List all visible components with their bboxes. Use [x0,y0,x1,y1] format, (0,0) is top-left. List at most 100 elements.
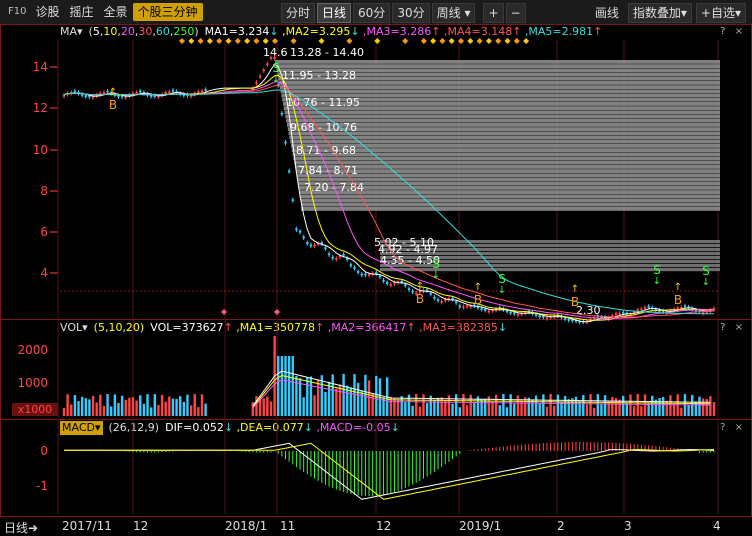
candle-body [287,170,291,173]
candle-body [335,257,338,260]
chip-range-label: 13.28 - 14.40 [290,46,364,59]
sell-signal-marker: S [702,264,710,278]
diamond-marker [430,38,437,44]
timeframe-selector[interactable]: 日线➜ [4,519,38,536]
chip-bar [279,85,720,89]
volume-bar [701,398,705,416]
volume-bar [110,406,113,416]
buy-signal-arrow: ↑ [416,281,424,292]
volume-bar [404,402,407,416]
candle-body [436,299,440,302]
volume-bar [709,396,712,416]
buy-signal-marker: B [674,293,682,307]
candle-body [168,91,171,94]
date-axis: 日线➜ 2017/11 12 2018/1 11 12 2019/1 2 3 4 [0,516,752,536]
macd-tick-label: 0 [40,444,48,458]
volume-bar [687,404,690,416]
candle-body [382,279,385,282]
candle-body [262,69,265,72]
volume-bar [277,356,280,416]
volume-bar [367,380,371,416]
volume-bar [549,394,552,416]
diamond-marker [346,38,353,44]
volume-bar [193,394,196,416]
candle-body [309,244,313,247]
candle-body [298,230,302,233]
chip-bar [291,148,720,152]
diamond-marker [244,38,251,44]
candle-body [509,311,512,314]
volume-bar [204,403,207,416]
candle-body [375,272,378,274]
volume-bar [393,398,396,416]
candle-body [284,141,287,144]
sell-signal-arrow: ↓ [272,74,280,85]
volume-bar [131,397,135,416]
buy-signal-marker: B [474,293,482,307]
volume-bar [182,401,186,416]
volume-bar [629,394,632,416]
volume-bar [473,401,476,416]
candle-body [614,313,618,316]
candle-body [291,199,294,202]
candle-body [73,90,77,93]
volume-bar [124,399,127,416]
candle-body [538,315,541,318]
candle-body [324,247,327,250]
chip-bar [280,89,720,94]
volume-bar [168,396,171,416]
volume-bar [120,395,124,416]
volume-bar [295,375,298,416]
candle-body [360,273,363,276]
diamond-marker [485,38,492,44]
volume-bar [712,402,716,416]
diamond-marker [290,38,297,44]
candle-body [269,57,273,59]
volume-bar [425,403,429,416]
volume-bar [371,393,374,416]
candle-body [102,92,106,94]
volume-bar [582,394,585,416]
macd-line [64,442,715,500]
date-label: 12 [376,519,392,533]
chip-range-label: 10.76 - 11.95 [286,96,360,109]
diamond-marker [262,38,269,44]
volume-bar [563,396,567,416]
candle-body [567,319,570,321]
volume-bar [513,403,516,416]
candle-body [378,275,382,278]
price-tick-label: 12 [33,101,48,115]
volume-bar [88,399,91,416]
volume-bar [400,396,403,416]
volume-bar [603,395,607,416]
chip-bar [292,152,720,157]
volume-bar [505,407,509,416]
candle-body [618,312,621,315]
date-label: 2019/1 [459,519,502,533]
volume-bar [643,394,647,416]
buy-signal-marker: B [109,98,117,112]
candle-body [683,305,687,308]
candle-body [331,256,334,259]
volume-bar [672,404,676,416]
volume-bar [622,395,625,416]
candle-body [204,89,207,91]
peak-price-label: 14.6 [263,46,288,59]
volume-bar [698,396,701,416]
diamond-marker [448,38,455,44]
sell-signal-arrow: ↓ [432,270,440,281]
volume-bar [542,394,545,416]
price-tick-label: 10 [33,143,48,157]
volume-bar [66,394,69,416]
sell-signal-arrow: ↓ [498,285,506,296]
vol-tick-label: 2000 [17,343,48,357]
candle-body [349,264,353,267]
volume-bar [287,356,291,416]
sell-signal-arrow: ↓ [653,276,661,287]
volume-bar [128,397,131,416]
candle-body [643,306,647,309]
candle-body [295,228,298,231]
chip-bar [301,202,720,207]
kline-chart[interactable]: 14 12 10 8 6 4 13.28 - 14.40 11.95 - 13.28 10.76… [0,0,752,535]
volume-bar [585,404,589,416]
